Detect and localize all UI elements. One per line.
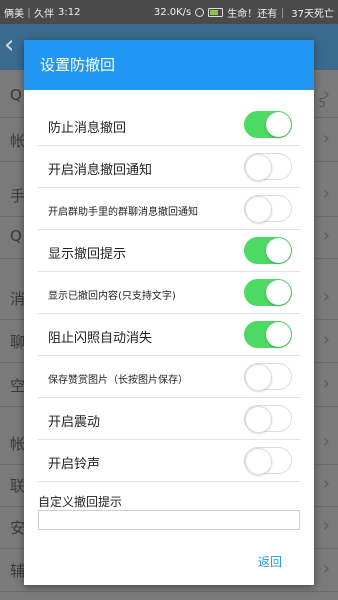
setting-label: 开启铃声 xyxy=(48,457,101,472)
background-row-label: 手 xyxy=(10,187,26,205)
setting-toggle[interactable] xyxy=(244,279,292,306)
setting-label: 开启震动 xyxy=(48,415,101,430)
toggle-knob xyxy=(245,196,272,223)
background-row-label: 消 xyxy=(10,290,26,308)
chevron-right-icon: › xyxy=(322,558,330,579)
settings-list: 防止消息撤回开启消息撤回通知开启群助手里的群聊消息撤回通知显示撤回提示显示已撤回… xyxy=(24,104,314,482)
anti-recall-dialog: 设置防撤回 防止消息撤回开启消息撤回通知开启群助手里的群聊消息撤回通知显示撤回提… xyxy=(24,40,314,585)
sync-icon xyxy=(195,7,205,17)
chevron-right-icon: › xyxy=(322,515,330,536)
chevron-right-icon: › xyxy=(322,286,330,307)
toggle-knob xyxy=(245,364,272,391)
setting-row: 阻止闪照自动消失 xyxy=(38,314,300,356)
toggle-knob xyxy=(266,322,291,347)
toggle-knob xyxy=(245,154,272,181)
background-row-label: 辅 xyxy=(10,562,26,580)
status-left-text: 俩美｜久伴 xyxy=(4,8,54,20)
setting-toggle[interactable] xyxy=(244,447,292,475)
toggle-knob xyxy=(266,112,291,137)
setting-row: 开启消息撤回通知 xyxy=(38,146,300,188)
setting-row: 开启铃声 xyxy=(38,440,300,482)
chevron-right-icon: › xyxy=(322,473,330,494)
setting-label: 显示已撤回内容(只支持文字) xyxy=(48,291,176,302)
battery-icon xyxy=(208,7,224,17)
chevron-right-icon: › xyxy=(322,373,330,394)
chevron-right-icon: › xyxy=(322,128,330,149)
dialog-title: 设置防撤回 xyxy=(24,40,314,90)
status-bar: 俩美｜久伴 3:12 32.0K/s 生命！还有｜ 37天死亡 xyxy=(0,0,338,24)
setting-row: 显示撤回提示 xyxy=(38,230,300,272)
setting-row: 防止消息撤回 xyxy=(38,104,300,146)
setting-toggle[interactable] xyxy=(244,237,292,264)
background-row-label: 空 xyxy=(10,377,26,395)
setting-label: 开启消息撤回通知 xyxy=(48,163,153,178)
toggle-knob xyxy=(245,448,272,475)
setting-toggle[interactable] xyxy=(244,363,292,391)
setting-row: 开启群助手里的群聊消息撤回通知 xyxy=(38,188,300,230)
background-row-label: 帐 xyxy=(10,132,26,150)
background-row-label: 安 xyxy=(10,519,26,537)
setting-toggle[interactable] xyxy=(244,111,292,138)
setting-toggle[interactable] xyxy=(244,321,292,348)
chevron-right-icon: › xyxy=(322,183,330,204)
setting-row: 开启震动 xyxy=(38,398,300,440)
toggle-knob xyxy=(266,280,291,305)
setting-toggle[interactable] xyxy=(244,195,292,223)
toggle-knob xyxy=(266,238,291,263)
chevron-right-icon: › xyxy=(322,225,330,246)
setting-toggle[interactable] xyxy=(244,405,292,433)
network-speed: 32.0K/s xyxy=(153,6,192,18)
background-row-label: 聊 xyxy=(10,333,26,351)
setting-label: 保存赞赏图片（长按图片保存） xyxy=(48,375,188,386)
setting-row: 显示已撤回内容(只支持文字) xyxy=(38,272,300,314)
background-number: 5 xyxy=(318,96,326,110)
setting-toggle[interactable] xyxy=(244,153,292,181)
custom-recall-label: 自定义撤回提示 xyxy=(38,495,123,509)
chevron-right-icon: › xyxy=(322,329,330,350)
chevron-right-icon: › xyxy=(322,431,330,452)
status-time: 3:12 xyxy=(58,6,81,18)
setting-row: 保存赞赏图片（长按图片保存） xyxy=(38,356,300,398)
setting-label: 开启群助手里的群聊消息撤回通知 xyxy=(48,207,198,218)
toggle-knob xyxy=(245,406,272,433)
background-row-label: 联 xyxy=(10,477,26,495)
background-row-label: Q xyxy=(10,86,22,104)
setting-label: 阻止闪照自动消失 xyxy=(48,331,153,346)
background-row-label: 帐 xyxy=(10,435,26,453)
status-right-text: 生命！还有｜ xyxy=(227,8,288,20)
setting-label: 显示撤回提示 xyxy=(48,247,127,262)
custom-recall-input[interactable] xyxy=(38,510,300,530)
status-right-tail: 37天死亡 xyxy=(291,8,334,20)
setting-label: 防止消息撤回 xyxy=(48,121,127,136)
background-row-label: Q xyxy=(10,227,22,245)
back-button[interactable]: 返回 xyxy=(254,549,286,574)
back-arrow-icon: ‹ xyxy=(4,30,15,60)
